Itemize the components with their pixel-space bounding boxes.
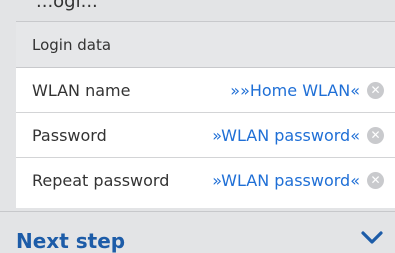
repeat-password-label: Repeat password xyxy=(32,171,170,190)
wlan-name-label: WLAN name xyxy=(32,80,131,100)
password-row[interactable]: Password »WLAN password« ✕ xyxy=(16,113,395,158)
wlan-name-row[interactable]: WLAN name »»Home WLAN« ✕ xyxy=(16,68,395,113)
clear-icon[interactable]: ✕ xyxy=(367,126,384,144)
partial-heading: ...ogi... xyxy=(36,0,98,12)
repeat-password-row[interactable]: Repeat password »WLAN password« ✕ xyxy=(16,158,395,203)
chevron-down-icon[interactable] xyxy=(361,231,383,245)
login-data-header: Login data xyxy=(16,22,395,68)
password-label: Password xyxy=(32,125,107,145)
next-step-bar[interactable]: Next step xyxy=(0,211,395,253)
wlan-name-value[interactable]: »»Home WLAN« xyxy=(230,81,360,100)
clear-icon[interactable]: ✕ xyxy=(367,172,384,189)
password-value[interactable]: »WLAN password« xyxy=(212,126,360,145)
login-data-card: Login data WLAN name »»Home WLAN« ✕ Pass… xyxy=(16,21,395,208)
login-data-title: Login data xyxy=(32,35,112,54)
repeat-password-value[interactable]: »WLAN password« xyxy=(212,171,360,190)
next-step-label[interactable]: Next step xyxy=(16,229,125,253)
clear-icon[interactable]: ✕ xyxy=(367,81,384,99)
